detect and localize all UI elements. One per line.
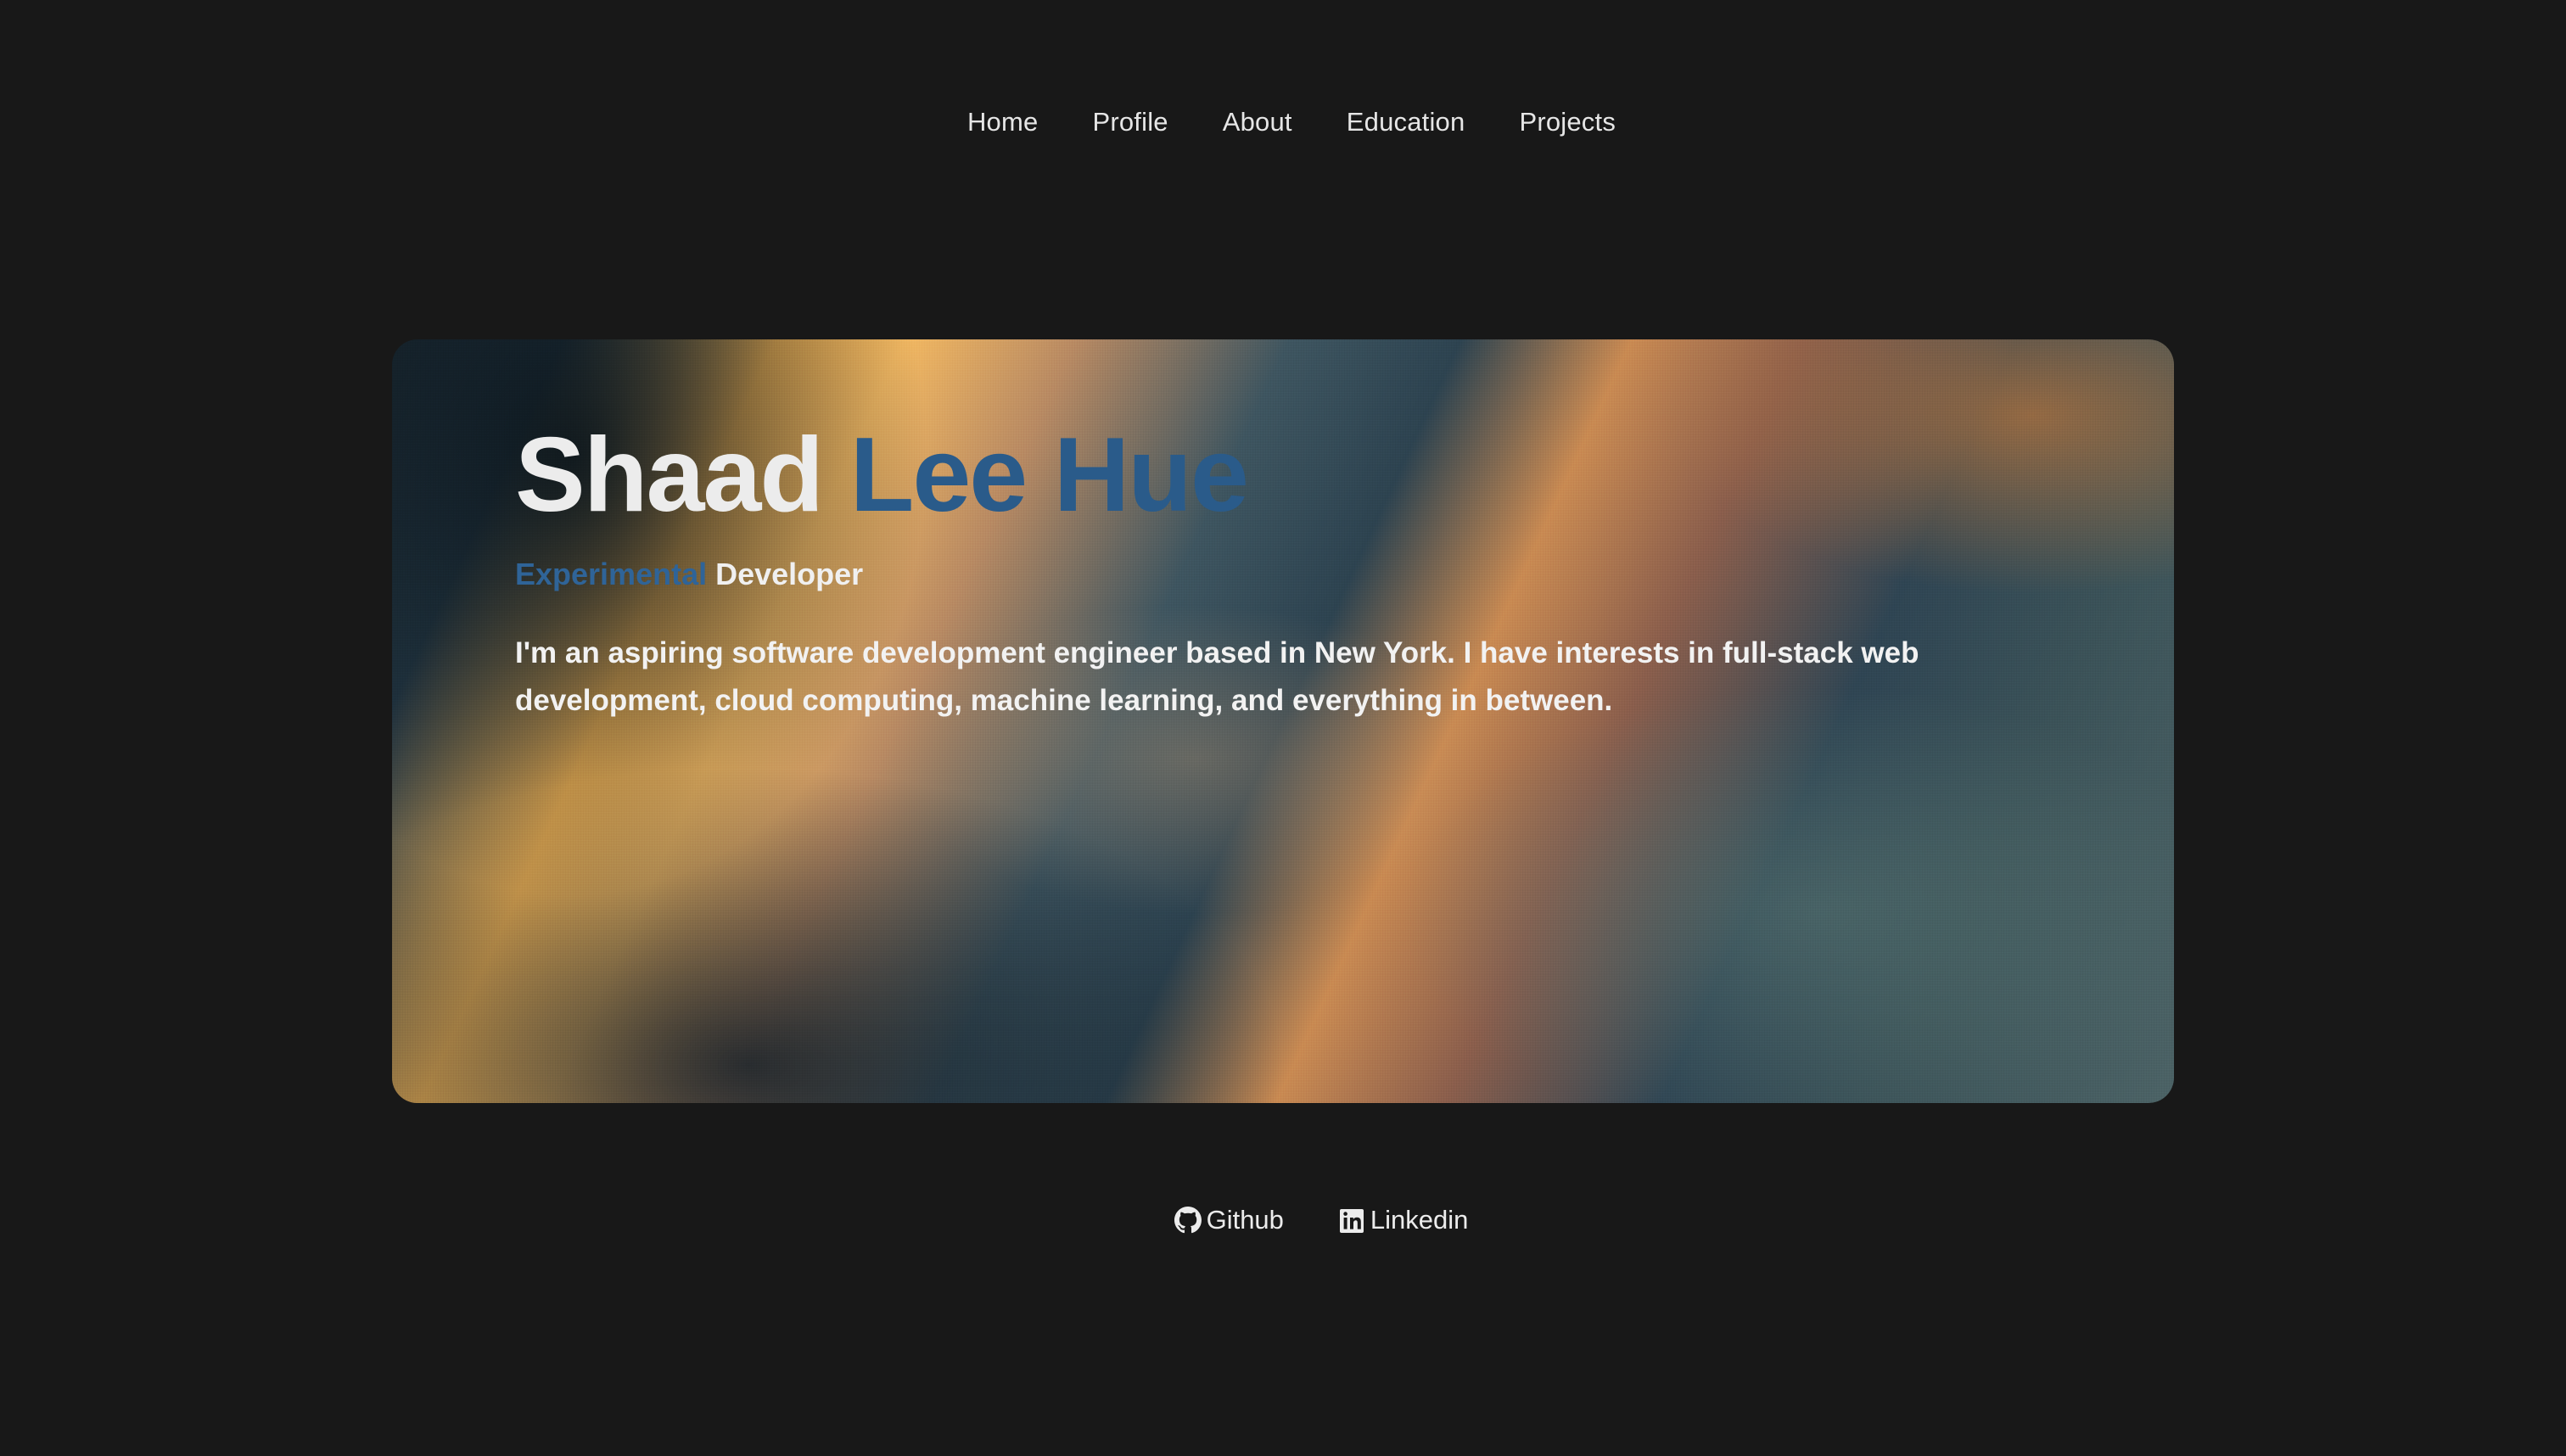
hero-name: Shaad Lee Hue <box>515 416 2004 535</box>
linkedin-link[interactable]: Linkedin <box>1338 1200 1468 1240</box>
top-nav: Home Profile About Education Projects <box>0 100 2566 144</box>
github-link[interactable]: Github <box>1174 1200 1284 1240</box>
linkedin-icon <box>1339 1209 1364 1233</box>
hero-bio: I'm an aspiring software development eng… <box>515 636 1919 717</box>
nav-profile[interactable]: Profile <box>1092 100 1168 144</box>
hero-content: Shaad Lee Hue Experimental Developer I'm… <box>515 416 2004 754</box>
role-plain: Developer <box>707 557 864 591</box>
github-label: Github <box>1206 1205 1284 1235</box>
hero-role: Experimental Developer <box>515 553 2004 596</box>
nav-projects[interactable]: Projects <box>1519 100 1616 144</box>
page: Home Profile About Education Projects Sh… <box>0 0 2566 1456</box>
hero-card: Shaad Lee Hue Experimental Developer I'm… <box>392 339 2174 1103</box>
nav-education[interactable]: Education <box>1347 100 1465 144</box>
name-last: Lee Hue <box>849 417 1249 534</box>
linkedin-label: Linkedin <box>1370 1205 1469 1235</box>
role-accent: Experimental <box>515 557 708 591</box>
nav-about[interactable]: About <box>1223 100 1292 144</box>
github-icon <box>1174 1207 1202 1234</box>
social-links: Github Linkedin <box>0 1200 2566 1240</box>
nav-home[interactable]: Home <box>967 100 1039 144</box>
name-first: Shaad <box>515 417 850 534</box>
